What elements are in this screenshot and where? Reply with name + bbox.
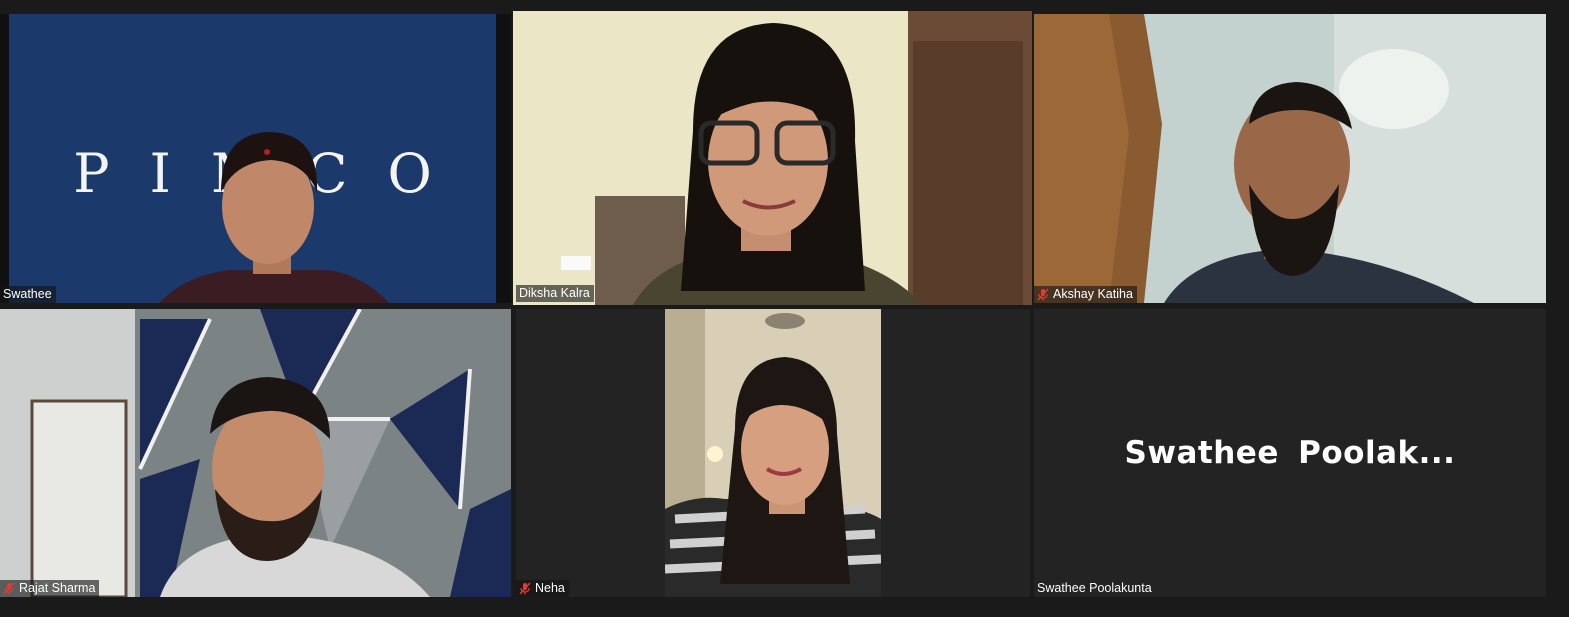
participant-video: [1034, 14, 1546, 303]
name-label: Rajat Sharma: [0, 580, 100, 597]
video-tile-swathee[interactable]: PIMCO Swathee: [0, 14, 511, 303]
video-tile-swathee-poolakunta[interactable]: Swathee Poolak... Swathee Poolakunta: [1034, 309, 1546, 597]
video-tile-rajat-sharma[interactable]: Rajat Sharma: [0, 309, 511, 597]
name-label: Akshay Katiha: [1034, 286, 1137, 303]
video-tile-diksha-kalra[interactable]: Diksha Kalra: [513, 11, 1032, 305]
participant-name: Swathee: [3, 287, 52, 301]
muted-mic-icon: [3, 582, 15, 595]
participant-name: Akshay Katiha: [1053, 287, 1133, 301]
participant-video: [159, 132, 389, 303]
participant-name: Neha: [535, 581, 565, 595]
participant-video: [665, 309, 881, 597]
name-label: Swathee: [0, 286, 56, 303]
muted-mic-icon: [1037, 288, 1049, 301]
participant-video: [513, 11, 1032, 305]
display-name-placeholder: Swathee Poolak...: [1124, 435, 1456, 471]
name-label: Neha: [516, 580, 569, 597]
video-tile-akshay-katiha[interactable]: Akshay Katiha: [1034, 14, 1546, 303]
participant-video: [0, 309, 511, 597]
participant-name: Diksha Kalra: [519, 286, 590, 300]
name-label: Diksha Kalra: [516, 285, 594, 302]
muted-mic-icon: [519, 582, 531, 595]
participant-name: Swathee Poolakunta: [1037, 581, 1152, 595]
video-tile-neha[interactable]: Neha: [516, 309, 1030, 597]
name-label: Swathee Poolakunta: [1034, 580, 1156, 597]
participant-name: Rajat Sharma: [19, 581, 96, 595]
